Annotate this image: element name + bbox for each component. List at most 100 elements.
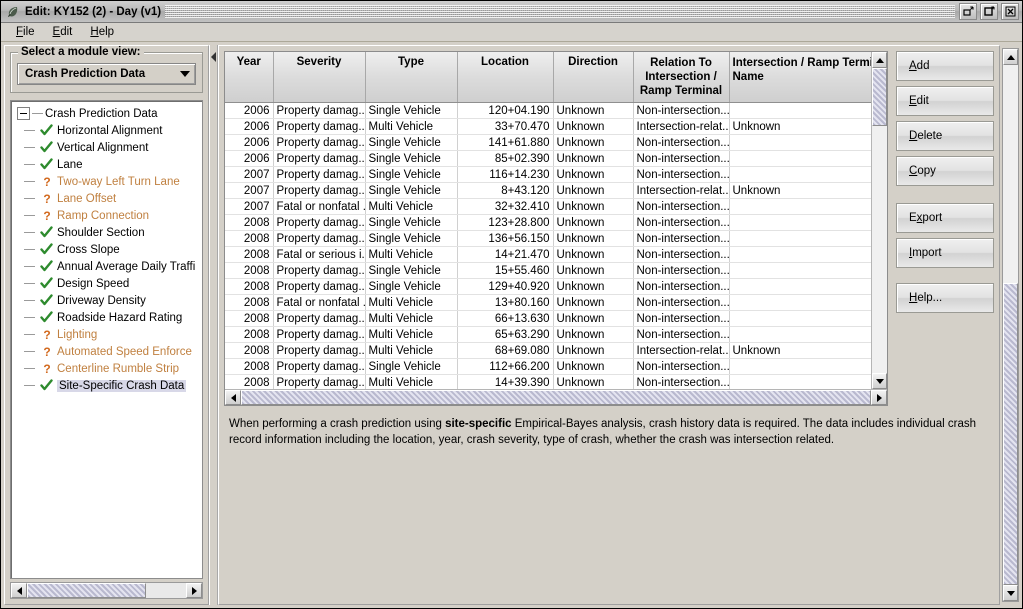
window-scroll-down-icon[interactable] <box>1003 585 1018 601</box>
table-row[interactable]: 2008 Property damag... Multi Vehicle 66+13.… <box>225 310 871 327</box>
panel-splitter[interactable] <box>209 45 218 605</box>
tree-item-label: Vertical Alignment <box>57 141 149 154</box>
tree-item-site-specific-crash-data[interactable]: Site-Specific Crash Data <box>15 377 202 394</box>
help-button[interactable]: Help... <box>896 283 994 313</box>
table-row[interactable]: 2008 Property damag... Single Vehicle 15+55… <box>225 262 871 279</box>
table-vscroll-track[interactable] <box>872 68 887 373</box>
sidebar-scroll-track[interactable] <box>27 583 186 598</box>
window-vscroll-track[interactable] <box>1003 65 1018 585</box>
chevron-down-icon[interactable] <box>176 66 193 83</box>
window-vscroll-thumb[interactable] <box>1003 283 1018 585</box>
copy-button[interactable]: Copy <box>896 156 994 186</box>
column-header-type[interactable]: Type <box>365 52 458 103</box>
cell-intersection-name <box>729 246 871 263</box>
tree-item-two-way-left-turn-lane[interactable]: ? Two-way Left Turn Lane <box>15 173 202 190</box>
scroll-right-icon[interactable] <box>186 583 202 598</box>
question-icon: ? <box>39 345 54 358</box>
cell-severity: Property damag... <box>273 278 366 295</box>
tree-item-lighting[interactable]: ? Lighting <box>15 326 202 343</box>
edit-button[interactable]: Edit <box>896 86 994 116</box>
table-scroll-right-icon[interactable] <box>871 390 887 405</box>
column-header-direction[interactable]: Direction <box>553 52 634 103</box>
cell-location: 13+80.160 <box>457 294 554 311</box>
table-vertical-scrollbar[interactable] <box>871 52 887 389</box>
table-row[interactable]: 2006 Property damag... Single Vehicle 85+02… <box>225 150 871 167</box>
export-button[interactable]: Ex port <box>896 203 994 233</box>
table-row[interactable]: 2007 Fatal or nonfatal ... Multi Vehicle 32… <box>225 198 871 215</box>
cell-direction: Unknown <box>553 118 634 135</box>
tree-item-shoulder-section[interactable]: Shoulder Section <box>15 224 202 241</box>
tree-item-vertical-alignment[interactable]: Vertical Alignment <box>15 139 202 156</box>
module-view-combobox[interactable]: Crash Prediction Data <box>17 63 196 85</box>
tree-item-ramp-connection[interactable]: ? Ramp Connection <box>15 207 202 224</box>
tree-item-design-speed[interactable]: Design Speed <box>15 275 202 292</box>
column-header-severity[interactable]: Severity <box>273 52 366 103</box>
table-hscroll-track[interactable] <box>241 390 871 405</box>
tree-item-annual-average-daily-traffi[interactable]: Annual Average Daily Traffi <box>15 258 202 275</box>
cell-severity: Property damag... <box>273 134 366 151</box>
cell-severity: Fatal or nonfatal ... <box>273 294 366 311</box>
window-vertical-scrollbar[interactable] <box>1002 48 1019 602</box>
cell-direction: Unknown <box>553 230 634 247</box>
sidebar-horizontal-scrollbar[interactable] <box>10 582 203 599</box>
column-header-location[interactable]: Location <box>457 52 554 103</box>
window-scroll-up-icon[interactable] <box>1003 49 1018 65</box>
tree-item-lane[interactable]: Lane <box>15 156 202 173</box>
table-row[interactable]: 2008 Property damag... Single Vehicle 112+6… <box>225 358 871 375</box>
table-row[interactable]: 2008 Fatal or nonfatal ... Multi Vehicle 13… <box>225 294 871 311</box>
tree-item-horizontal-alignment[interactable]: Horizontal Alignment <box>15 122 202 139</box>
table-row[interactable]: 2007 Property damag... Single Vehicle 8+43.… <box>225 182 871 199</box>
table-row[interactable]: 2006 Property damag... Single Vehicle 141+6… <box>225 134 871 151</box>
table-row[interactable]: 2008 Property damag... Multi Vehicle 68+69.… <box>225 342 871 359</box>
tree-item-roadside-hazard-rating[interactable]: Roadside Hazard Rating <box>15 309 202 326</box>
table-row[interactable]: 2008 Property damag... Single Vehicle 129+4… <box>225 278 871 295</box>
menu-edit[interactable]: Edit <box>44 25 82 39</box>
check-icon <box>39 260 54 273</box>
column-header-relation[interactable]: Relation To Intersection / Ramp Terminal <box>633 52 730 103</box>
table-row[interactable]: 2008 Property damag... Single Vehicle 136+5… <box>225 230 871 247</box>
cell-severity: Property damag... <box>273 182 366 199</box>
table-scroll-left-icon[interactable] <box>225 390 241 405</box>
maximize-button[interactable] <box>980 3 998 20</box>
restore-button[interactable] <box>959 3 977 20</box>
tree-item-lane-offset[interactable]: ? Lane Offset <box>15 190 202 207</box>
table-row[interactable]: 2008 Fatal or serious i... Multi Vehicle 14… <box>225 246 871 263</box>
tree-item-centerline-rumble-strip[interactable]: ? Centerline Rumble Strip <box>15 360 202 377</box>
add-button[interactable]: Add <box>896 51 994 81</box>
menu-file-label: ile <box>23 26 35 38</box>
table-row[interactable]: 2006 Property damag... Single Vehicle 120+0… <box>225 102 871 119</box>
tree-item-cross-slope[interactable]: Cross Slope <box>15 241 202 258</box>
scroll-down-icon[interactable] <box>872 373 887 389</box>
scroll-up-icon[interactable] <box>872 52 887 68</box>
column-header-year[interactable]: Year <box>225 52 274 103</box>
collapse-left-icon[interactable] <box>210 51 217 62</box>
close-button[interactable] <box>1001 3 1019 20</box>
delete-button[interactable]: Delete <box>896 121 994 151</box>
cell-year: 2008 <box>225 278 274 295</box>
table-row[interactable]: 2008 Property damag... Multi Vehicle 65+63.… <box>225 326 871 343</box>
tree-expander-icon[interactable] <box>17 107 30 120</box>
tree-item-automated-speed-enforce[interactable]: ? Automated Speed Enforce <box>15 343 202 360</box>
table-vscroll-thumb[interactable] <box>872 68 887 126</box>
table-hscroll-thumb[interactable] <box>241 390 871 405</box>
tree-item-driveway-density[interactable]: Driveway Density <box>15 292 202 309</box>
tree-root-node[interactable]: Crash Prediction Data <box>15 105 202 122</box>
cell-direction: Unknown <box>553 102 634 119</box>
cell-severity: Property damag... <box>273 214 366 231</box>
import-button[interactable]: Import <box>896 238 994 268</box>
table-row[interactable]: 2008 Property damag... Multi Vehicle 14+39.… <box>225 374 871 389</box>
menu-help[interactable]: Help <box>81 25 123 39</box>
sidebar-scroll-thumb[interactable] <box>27 583 147 598</box>
table-horizontal-scrollbar[interactable] <box>225 389 887 405</box>
table-row[interactable]: 2006 Property damag... Multi Vehicle 33+70.… <box>225 118 871 135</box>
tree-connector <box>15 173 39 190</box>
title-bar-texture <box>165 5 955 18</box>
menu-file[interactable]: File <box>7 25 44 39</box>
scroll-left-icon[interactable] <box>11 583 27 598</box>
module-tree-panel[interactable]: Crash Prediction Data Horizontal Alignme… <box>10 100 203 579</box>
table-row[interactable]: 2007 Property damag... Single Vehicle 116+1… <box>225 166 871 183</box>
cell-severity: Property damag... <box>273 358 366 375</box>
table-row[interactable]: 2008 Property damag... Single Vehicle 123+2… <box>225 214 871 231</box>
column-header-intersection-name[interactable]: Intersection / Ramp Terminal Name <box>729 52 871 103</box>
button-separator-1 <box>896 191 994 203</box>
